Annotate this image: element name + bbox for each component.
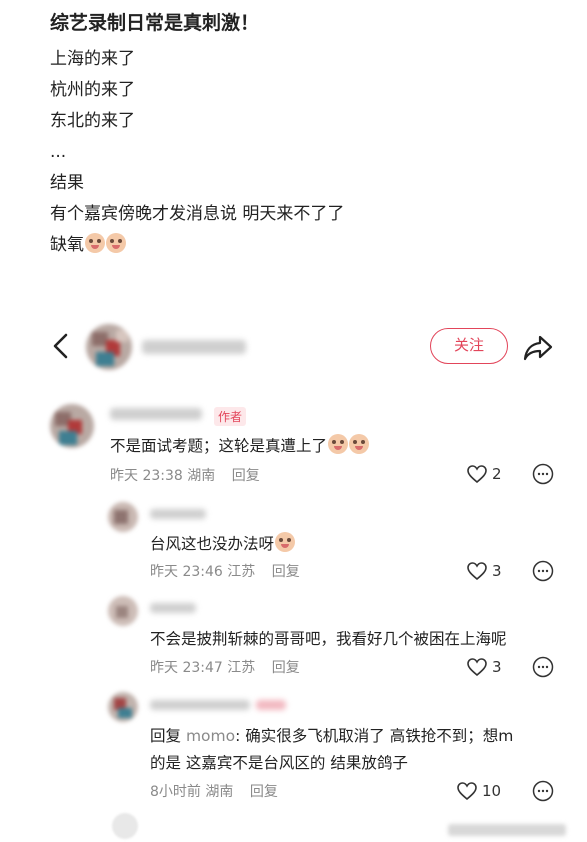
like-button[interactable]: 3 (466, 561, 502, 581)
commenter-avatar[interactable] (108, 596, 138, 626)
heart-icon (457, 782, 477, 801)
share-icon[interactable] (522, 332, 554, 362)
post-line-text: 缺氧 (50, 235, 84, 255)
post-line: 东北的来了 (50, 111, 135, 131)
comment-more-icon[interactable] (532, 780, 554, 802)
like-button[interactable]: 10 (456, 781, 501, 801)
crying-cat-emoji-icon (106, 233, 126, 253)
post-line: 结果 (50, 173, 84, 193)
comment-text-content: : 确实很多飞机取消了 高铁抢不到；想m (235, 727, 514, 745)
commenter-name-blurred (150, 509, 206, 519)
comment-more-icon[interactable] (532, 560, 554, 582)
comment-time: 8小时前 (150, 784, 201, 800)
crying-emoji-icon (275, 532, 296, 552)
comment-text: 不是面试考题；这轮是真遭上了 (110, 434, 370, 456)
like-count: 3 (492, 658, 502, 676)
post-line: 有个嘉宾傍晚才发消息说 明天来不了了 (50, 204, 345, 224)
comment-text-content: 不是面试考题；这轮是真遭上了 (110, 437, 328, 455)
comment-more-icon[interactable] (532, 656, 554, 678)
author-avatar[interactable] (86, 324, 132, 370)
post-title: 综艺录制日常是真刺激！ (50, 12, 260, 34)
post-content: 上海的来了 杭州的来了 东北的来了 ... 结果 有个嘉宾傍晚才发消息说 明天来… (50, 44, 570, 261)
commenter-avatar[interactable] (108, 502, 138, 532)
reply-button[interactable]: 回复 (232, 468, 260, 484)
comment-more-icon[interactable] (532, 463, 554, 485)
commenter-name-blurred (150, 700, 250, 710)
comment-text: 不会是披荆斩棘的哥哥吧，我看好几个被困在上海呢 (150, 630, 507, 648)
follow-button[interactable]: 关注 (430, 328, 508, 364)
comment-text-line: 回复 momo: 确实很多飞机取消了 高铁抢不到；想m (150, 724, 513, 746)
heart-icon (467, 465, 487, 484)
comment-meta: 昨天 23:47 江苏 回复 (150, 657, 300, 677)
comment-time: 昨天 23:47 (150, 660, 223, 676)
comment-meta: 昨天 23:38 湖南 回复 (110, 465, 260, 485)
post-line-with-emoji: 缺氧 (50, 230, 570, 261)
post-line: 上海的来了 (50, 49, 135, 69)
comment-time: 昨天 23:38 (110, 468, 183, 484)
comment-location: 湖南 (205, 784, 234, 800)
commenter-tag-blurred (256, 700, 286, 710)
reply-button[interactable]: 回复 (272, 660, 300, 676)
comment-meta: 昨天 23:46 江苏 回复 (150, 561, 300, 581)
author-bar: 关注 (0, 320, 587, 374)
mention-link[interactable]: momo (186, 727, 235, 745)
post-body: 综艺录制日常是真刺激！ 上海的来了 杭州的来了 东北的来了 ... 结果 有个嘉… (50, 8, 570, 261)
like-count: 3 (492, 562, 502, 580)
author-badge: 作者 (214, 407, 247, 426)
heart-icon (467, 658, 487, 677)
like-button[interactable]: 3 (466, 657, 502, 677)
crying-cat-emoji-icon (85, 233, 105, 253)
commenter-avatar[interactable] (108, 692, 138, 722)
watermark-blurred (448, 824, 566, 836)
like-button[interactable]: 2 (466, 464, 502, 484)
post-line: 杭州的来了 (50, 80, 135, 100)
comment-meta: 8小时前 湖南 回复 (150, 781, 278, 801)
back-arrow-icon[interactable] (48, 330, 74, 362)
crying-emoji-icon (328, 434, 349, 454)
comment-time: 昨天 23:46 (150, 564, 223, 580)
comment-text-content: 台风这也没办法呀 (150, 535, 275, 553)
like-count: 2 (492, 465, 502, 483)
commenter-name-blurred (150, 603, 196, 613)
heart-icon (467, 562, 487, 581)
reply-button[interactable]: 回复 (250, 784, 278, 800)
author-name-blurred (142, 340, 246, 354)
comment-location: 湖南 (187, 468, 216, 484)
post-line: ... (50, 142, 67, 162)
comment-location: 江苏 (227, 564, 256, 580)
commenter-avatar[interactable] (50, 404, 94, 448)
reply-button[interactable]: 回复 (272, 564, 300, 580)
comment-text: 台风这也没办法呀 (150, 532, 296, 554)
comment-location: 江苏 (227, 660, 256, 676)
comment-text-line: 的是 这嘉宾不是台风区的 结果放鸽子 (150, 754, 408, 772)
next-commenter-avatar[interactable] (112, 813, 138, 839)
reply-prefix: 回复 (150, 727, 182, 745)
like-count: 10 (482, 782, 502, 800)
commenter-name-blurred (110, 408, 202, 420)
crying-emoji-icon (349, 434, 370, 454)
